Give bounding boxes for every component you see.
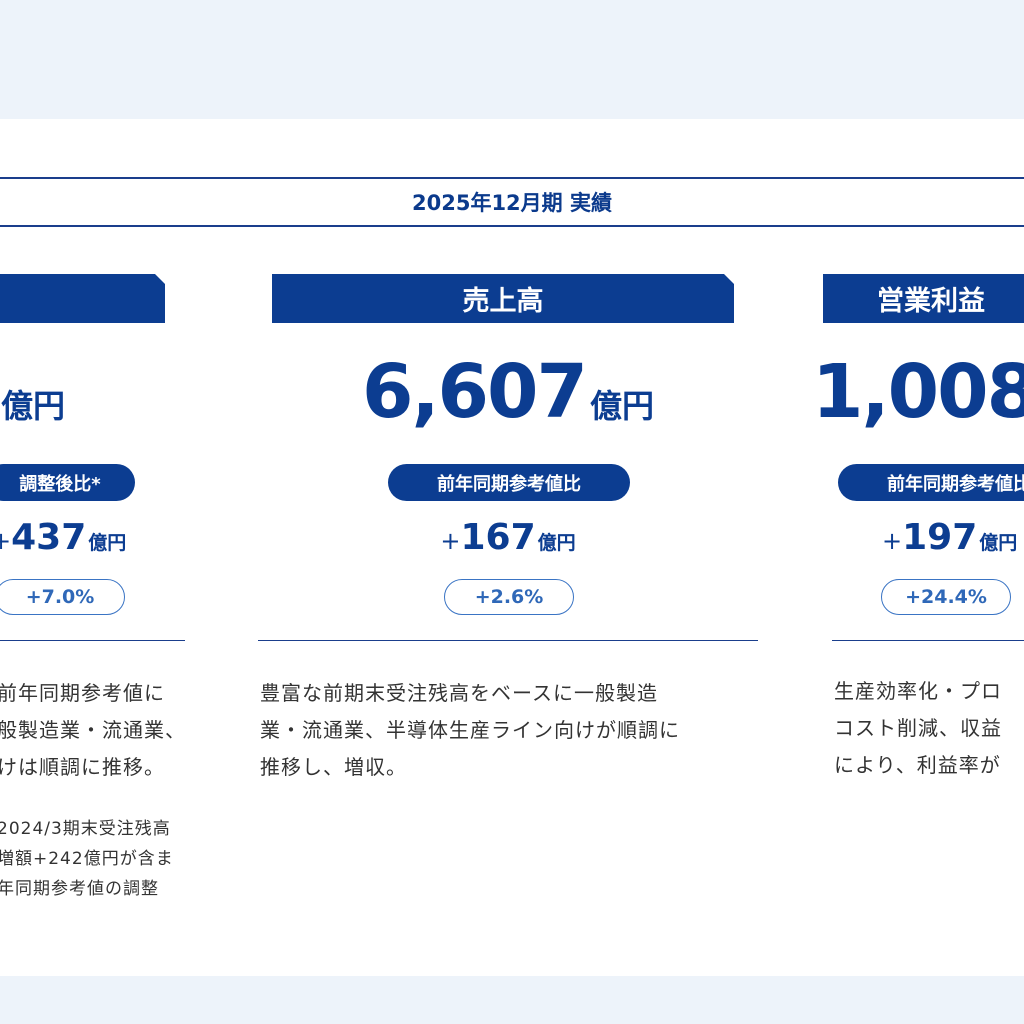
description: 豊富な前期末受注残高をベースに一般製造 業・流通業、半導体生産ライン向けが順調に…: [260, 675, 680, 786]
description-line: 生産効率化・プロ: [834, 679, 1002, 703]
metric-unit: 億円: [0, 387, 65, 425]
percent-change-badge: +24.4%: [881, 579, 1011, 615]
footnote: 2024/3期末受注残高 増額+242億円が含ま 年同期参考値の調整: [0, 814, 174, 904]
column-sales: 売上高 6,607 億円 前年同期参考値比 +167 億円 +2.6% 豊富な前期末…: [258, 119, 758, 976]
column-header-label: 売上高: [462, 286, 544, 317]
description-line: けは順調に推移。: [0, 755, 165, 779]
column-operating-profit: 営業利益 1,008億円 前年同期参考値比 +197億円 +24.4% 生産効率…: [812, 119, 1024, 976]
description-line: 推移し、増収。: [260, 755, 407, 779]
description-line: により、利益率が: [834, 753, 1001, 777]
delta-value: +197 億円: [882, 517, 1024, 558]
description-line: コスト削減、収益: [834, 716, 1002, 740]
metric-unit: 億円: [590, 387, 655, 425]
delta-sign: +: [882, 527, 903, 555]
delta-sign: +: [440, 527, 461, 555]
description-line: 豊富な前期末受注残高をベースに一般製造: [260, 681, 658, 705]
percent-change: +7.0%: [25, 586, 95, 608]
metric-value: 億円: [0, 349, 65, 435]
column-header-label: 営業利益: [877, 286, 985, 317]
metric-value: 6,607 億円: [258, 349, 758, 435]
delta-number: 167: [460, 517, 536, 558]
comparison-label: 調整後比*: [19, 473, 101, 495]
percent-change-badge: +2.6%: [444, 579, 574, 615]
divider: [832, 640, 1024, 641]
results-panel: 2025年12月期 実績 億円 調整後比* +437 億円 +7.0% 前年同期参…: [0, 119, 1024, 976]
divider: [0, 640, 185, 641]
delta-unit: 億円: [537, 532, 576, 554]
footnote-line: 年同期参考値の調整: [0, 879, 159, 899]
delta-value: +167 億円: [258, 517, 758, 558]
percent-change: +24.4%: [905, 586, 987, 608]
metric-number: 6,607: [361, 349, 588, 435]
comparison-badge: 前年同期参考値比: [838, 464, 1024, 501]
column-header: [0, 274, 165, 323]
percent-change-badge: +7.0%: [0, 579, 125, 615]
column-orders: 億円 調整後比* +437 億円 +7.0% 前年同期参考値に 般製造業・流通業、…: [0, 119, 185, 976]
delta-unit: 億円: [979, 532, 1018, 554]
comparison-badge: 前年同期参考値比: [388, 464, 630, 501]
description-line: 般製造業・流通業、: [0, 718, 186, 742]
delta-sign: +: [0, 527, 12, 555]
footnote-line: 2024/3期末受注残高: [0, 819, 171, 839]
comparison-label: 前年同期参考値比: [887, 473, 1024, 495]
delta-number: 197: [902, 517, 978, 558]
column-header: 営業利益: [823, 274, 1024, 323]
column-header: 売上高: [272, 274, 734, 323]
description-line: 業・流通業、半導体生産ライン向けが順調に: [260, 718, 680, 742]
footnote-line: 増額+242億円が含ま: [0, 849, 174, 869]
delta-value: +437 億円: [0, 517, 191, 558]
description: 前年同期参考値に 般製造業・流通業、 けは順調に推移。: [0, 675, 186, 786]
metric-number: 1,008: [812, 349, 1024, 435]
percent-change: +2.6%: [474, 586, 544, 608]
metric-value: 1,008億円: [812, 349, 1024, 435]
description: 生産効率化・プロ コスト削減、収益 により、利益率が: [834, 673, 1002, 784]
comparison-badge: 調整後比*: [0, 464, 135, 501]
description-line: 前年同期参考値に: [0, 681, 165, 705]
delta-number: 437: [11, 517, 87, 558]
comparison-label: 前年同期参考値比: [437, 473, 581, 495]
divider: [258, 640, 758, 641]
delta-unit: 億円: [88, 532, 127, 554]
